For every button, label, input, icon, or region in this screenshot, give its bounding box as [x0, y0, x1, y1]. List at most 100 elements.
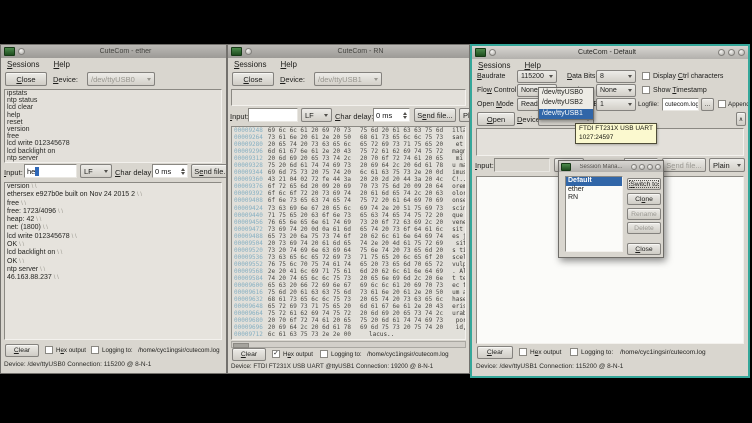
- session-item[interactable]: ether: [566, 186, 622, 195]
- spinner-arrows-icon[interactable]: [403, 112, 407, 119]
- history-item[interactable]: lcd write 012345678: [5, 140, 221, 147]
- device-option[interactable]: /dev/ttyUSB0: [539, 88, 593, 98]
- char-delay-spinner[interactable]: 0 ms: [152, 164, 188, 178]
- maximize-button[interactable]: [728, 49, 735, 56]
- menu-help[interactable]: Help: [280, 60, 296, 69]
- hex-row: 0000932875 20 6d 61 74 74 69 7320 69 64 …: [232, 162, 465, 169]
- logfile-field[interactable]: cutecom.log: [662, 98, 699, 111]
- close-window-button[interactable]: [738, 49, 745, 56]
- output-line: OK\ \: [5, 241, 221, 249]
- session-list[interactable]: DefaultetherRN: [565, 176, 623, 252]
- device-option[interactable]: /dev/ttyUSB1: [539, 109, 593, 119]
- char-delay-label: Char delay:: [335, 112, 373, 121]
- hex-row: 0000961675 6d 20 61 63 63 75 6d73 61 6e …: [232, 289, 465, 296]
- hex-offset: 00009248: [234, 127, 263, 134]
- dialog-titlebar[interactable]: Session Mana...: [559, 161, 663, 172]
- hex-bytes: 65 20 73 65 6d 70 65 72: [360, 261, 443, 268]
- logging-checkbox[interactable]: [91, 346, 99, 354]
- hex-bytes: 70 73 75 6d 20 09 20 64: [360, 183, 443, 190]
- hex-bytes: 75 6d 20 61 63 63 75 6d: [268, 289, 351, 296]
- device-combo[interactable]: /dev/ttyUSB0: [87, 72, 155, 86]
- history-item[interactable]: ntp status: [5, 97, 221, 104]
- open-button[interactable]: Open: [477, 112, 515, 126]
- input-field[interactable]: [494, 158, 550, 172]
- hex-output-checkbox[interactable]: [45, 346, 53, 354]
- send-file-button[interactable]: Send file...: [414, 108, 456, 122]
- history-item[interactable]: ntp server: [5, 155, 221, 162]
- line-ending-combo[interactable]: LF: [301, 108, 332, 122]
- spinner-arrows-icon[interactable]: [181, 168, 185, 175]
- titlebar[interactable]: CuteCom - RN: [228, 45, 469, 58]
- horizontal-scrollbar[interactable]: [231, 341, 466, 348]
- hex-row: 0000963268 61 73 65 6c 6c 75 7320 65 74 …: [232, 296, 465, 303]
- line-ending-combo[interactable]: LF: [80, 164, 112, 178]
- clear-button[interactable]: Clear: [5, 344, 39, 357]
- append-checkbox[interactable]: [718, 100, 726, 108]
- menu-sessions[interactable]: Sessions: [478, 61, 510, 70]
- command-history-list[interactable]: ipstatsntp statuslcd clearhelpresetversi…: [4, 89, 222, 163]
- device-combo[interactable]: /dev/ttyUSB1: [314, 72, 382, 86]
- titlebar-menu-button[interactable]: [489, 49, 496, 56]
- titlebar[interactable]: CuteCom - Default: [472, 46, 748, 59]
- char-delay-spinner[interactable]: 0 ms: [373, 108, 410, 122]
- show-timestamp-label: Show Timestamp: [653, 87, 707, 94]
- close-button[interactable]: Close: [232, 72, 274, 86]
- menu-help[interactable]: Help: [53, 60, 69, 69]
- session-item[interactable]: Default: [566, 177, 622, 186]
- history-item[interactable]: reset: [5, 119, 221, 126]
- stop-bits-combo[interactable]: 1: [596, 98, 636, 111]
- close-button[interactable]: Close: [5, 72, 47, 86]
- maximize-button[interactable]: [647, 164, 653, 170]
- show-timestamp-checkbox[interactable]: [642, 86, 650, 94]
- menu-sessions[interactable]: Sessions: [234, 60, 266, 69]
- input-label: Input:: [230, 112, 249, 121]
- output-line: free\ \: [5, 200, 221, 208]
- clear-button[interactable]: Clear: [477, 346, 513, 359]
- display-ctrl-checkbox[interactable]: [642, 72, 650, 80]
- parity-combo[interactable]: None: [596, 84, 636, 97]
- display-mode-combo[interactable]: Plain: [709, 158, 745, 172]
- delete-button[interactable]: Delete: [627, 222, 661, 234]
- input-field[interactable]: [248, 108, 298, 122]
- help-button[interactable]: [631, 164, 637, 170]
- history-item[interactable]: help: [5, 112, 221, 119]
- send-file-button[interactable]: Send file...: [191, 164, 227, 178]
- titlebar-menu-button[interactable]: [245, 48, 252, 55]
- hex-output-area[interactable]: 0000924869 6c 6c 61 20 69 70 7375 6d 20 …: [231, 126, 466, 340]
- history-item[interactable]: lcd backlight on: [5, 148, 221, 155]
- collapse-settings-button[interactable]: ∧: [736, 112, 746, 126]
- hex-output-checkbox[interactable]: [519, 348, 527, 356]
- hex-output-checkbox[interactable]: ✓: [272, 350, 280, 358]
- titlebar[interactable]: CuteCom - ether: [1, 45, 226, 58]
- close-dialog-button[interactable]: Close: [627, 243, 661, 255]
- logging-checkbox[interactable]: [570, 348, 578, 356]
- minimize-button[interactable]: [718, 49, 725, 56]
- crlf-marks: \ \: [72, 234, 77, 240]
- history-item[interactable]: lcd clear: [5, 104, 221, 111]
- menu-help[interactable]: Help: [524, 61, 540, 70]
- session-item[interactable]: RN: [566, 194, 622, 203]
- baudrate-combo[interactable]: 115200: [517, 70, 557, 83]
- output-area[interactable]: version\ \ ethersex e927b0e built on Nov…: [4, 182, 222, 340]
- command-history-list[interactable]: [231, 89, 466, 106]
- switch-to-button[interactable]: Switch to: [627, 178, 661, 190]
- clone-button[interactable]: Clone: [627, 193, 661, 205]
- rename-button[interactable]: Rename: [627, 208, 661, 220]
- send-file-button[interactable]: Send file...: [662, 158, 706, 172]
- titlebar-menu-button[interactable]: [18, 48, 25, 55]
- hex-bytes: 71 75 65 20 63 6f 6e 73: [268, 212, 351, 219]
- display-mode-combo[interactable]: Plain: [459, 108, 470, 122]
- close-window-button[interactable]: [655, 164, 661, 170]
- clear-button[interactable]: Clear: [232, 348, 266, 361]
- history-item[interactable]: free: [5, 133, 221, 140]
- browse-logfile-button[interactable]: ...: [701, 98, 714, 111]
- input-field[interactable]: he: [24, 164, 77, 178]
- logging-checkbox[interactable]: [320, 350, 328, 358]
- history-item[interactable]: ipstats: [5, 90, 221, 97]
- device-option[interactable]: /dev/ttyUSB2: [539, 98, 593, 108]
- hex-offset: 00009584: [234, 275, 263, 282]
- data-bits-combo[interactable]: 8: [596, 70, 636, 83]
- minimize-button[interactable]: [639, 164, 645, 170]
- history-item[interactable]: version: [5, 126, 221, 133]
- menu-sessions[interactable]: Sessions: [7, 60, 39, 69]
